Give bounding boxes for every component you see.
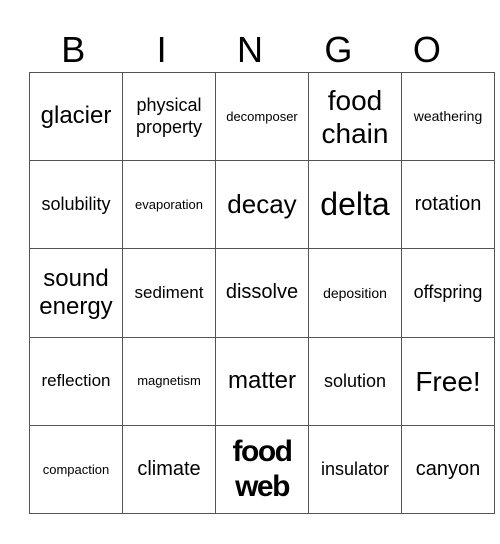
bingo-cell[interactable]: sediment bbox=[122, 248, 216, 338]
header-letter-o: O bbox=[412, 29, 441, 70]
bingo-cell[interactable]: food web bbox=[215, 424, 309, 515]
bingo-cell[interactable]: compaction bbox=[29, 424, 123, 515]
bingo-cell[interactable]: weathering bbox=[401, 71, 495, 162]
bingo-cell[interactable]: sound energy bbox=[29, 248, 123, 338]
bingo-cell[interactable]: physical property bbox=[122, 71, 216, 162]
bingo-cell[interactable]: decomposer bbox=[215, 71, 309, 162]
header-letter-i: I bbox=[156, 29, 167, 70]
bingo-cell[interactable]: matter bbox=[215, 336, 309, 426]
bingo-cell[interactable]: Free! bbox=[401, 336, 495, 426]
bingo-cell[interactable]: solution bbox=[308, 336, 402, 426]
bingo-cell[interactable]: insulator bbox=[308, 424, 402, 515]
grid-row: compaction climate food web insulator ca… bbox=[29, 424, 495, 515]
bingo-cell[interactable]: deposition bbox=[308, 248, 402, 338]
header-letter-b: B bbox=[61, 29, 86, 70]
bingo-cell[interactable]: dissolve bbox=[215, 248, 309, 338]
grid-row: glacier physical property decomposer foo… bbox=[29, 71, 495, 162]
bingo-cell[interactable]: food chain bbox=[308, 71, 402, 162]
bingo-cell[interactable]: decay bbox=[215, 160, 309, 250]
grid-row: sound energy sediment dissolve depositio… bbox=[29, 248, 495, 338]
bingo-cell[interactable]: offspring bbox=[401, 248, 495, 338]
bingo-header: B I N G O bbox=[29, 28, 471, 72]
bingo-cell[interactable]: rotation bbox=[401, 160, 495, 250]
bingo-cell[interactable]: canyon bbox=[401, 424, 495, 515]
grid-row: reflection magnetism matter solution Fre… bbox=[29, 336, 495, 426]
bingo-cell[interactable]: reflection bbox=[29, 336, 123, 426]
bingo-cell[interactable]: magnetism bbox=[122, 336, 216, 426]
bingo-grid: glacier physical property decomposer foo… bbox=[29, 71, 495, 515]
bingo-cell[interactable]: solubility bbox=[29, 160, 123, 250]
header-letter-g: G bbox=[324, 29, 353, 70]
bingo-cell[interactable]: glacier bbox=[29, 71, 123, 162]
bingo-cell[interactable]: climate bbox=[122, 424, 216, 515]
bingo-cell[interactable]: evaporation bbox=[122, 160, 216, 250]
header-letter-n: N bbox=[237, 29, 264, 70]
bingo-cell[interactable]: delta bbox=[308, 160, 402, 250]
grid-row: solubility evaporation decay delta rotat… bbox=[29, 160, 495, 250]
